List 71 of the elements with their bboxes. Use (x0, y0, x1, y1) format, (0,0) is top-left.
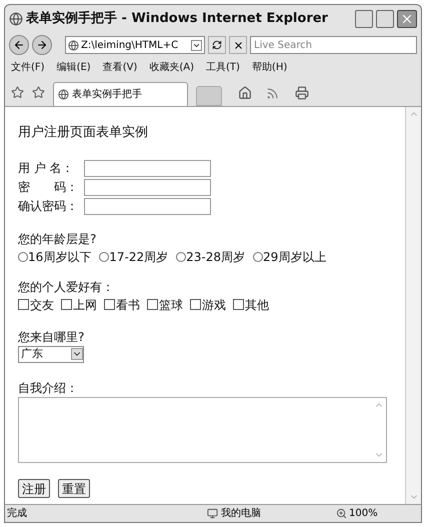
checkbox-label: 看书 (116, 296, 140, 314)
form-button[interactable]: 重置 (58, 478, 90, 498)
radio-button[interactable] (176, 252, 186, 262)
menu-item[interactable]: 工具(T) (206, 60, 240, 74)
radio-label: 17-22周岁 (109, 248, 168, 266)
forward-button[interactable] (32, 35, 52, 55)
print-icon[interactable] (295, 86, 309, 100)
stop-icon (232, 40, 244, 50)
intro-label: 自我介绍： (18, 380, 79, 396)
text-field[interactable] (84, 198, 211, 214)
radio-label: 16周岁以下 (28, 248, 92, 266)
text-field[interactable] (84, 178, 211, 196)
menu-item[interactable]: 文件(F) (11, 60, 45, 74)
checkbox-label: 篮球 (159, 296, 183, 314)
radio-label: 23-28周岁 (186, 248, 246, 266)
window-title: 表单实例手把手 - Windows Internet Explorer (26, 10, 329, 28)
field-label: 密 码： (18, 179, 79, 196)
checkbox[interactable] (147, 299, 158, 310)
checkbox-label: 交友 (30, 296, 54, 314)
favorites-star-icon[interactable] (11, 86, 24, 99)
menu-item[interactable]: 帮助(H) (252, 60, 288, 74)
computer-icon (207, 508, 218, 519)
radio-button[interactable] (99, 252, 110, 262)
feed-icon[interactable] (266, 87, 279, 100)
address-field[interactable]: Z:\leiming\HTML+C (65, 36, 205, 54)
checkbox[interactable] (190, 299, 201, 310)
text-field[interactable] (84, 160, 211, 176)
zoom-icon (336, 508, 347, 519)
status-text: 完成 (7, 506, 28, 521)
home-icon[interactable] (238, 86, 252, 100)
age-question: 您的年龄层是? (18, 230, 98, 248)
zone-text: 我的电脑 (221, 506, 262, 521)
menu-item[interactable]: 编辑(E) (56, 60, 91, 74)
forward-arrow-icon (36, 39, 48, 51)
checkbox[interactable] (233, 299, 244, 310)
back-button[interactable] (9, 35, 29, 55)
checkbox-label: 游戏 (202, 296, 226, 314)
add-favorite-icon[interactable] (32, 86, 45, 99)
back-arrow-icon (13, 39, 25, 51)
checkbox[interactable] (104, 299, 115, 310)
radio-button[interactable] (18, 252, 28, 262)
checkbox[interactable] (61, 299, 72, 310)
dropdown-icon[interactable] (191, 40, 202, 50)
page-globe-icon (68, 40, 79, 50)
radio-label: 29周岁以上 (263, 248, 326, 266)
checkbox[interactable] (18, 299, 29, 310)
refresh-icon (212, 40, 222, 50)
browser-tab[interactable]: 表单实例手把手 (53, 82, 188, 106)
page-heading: 用户注册页面表单实例 (18, 124, 149, 142)
form-button[interactable]: 注册 (18, 478, 50, 498)
radio-button[interactable] (253, 252, 264, 262)
origin-question: 您来自哪里? (18, 328, 86, 346)
province-select[interactable]: 广东 (18, 346, 84, 362)
field-label: 用 户 名： (18, 160, 75, 177)
maximize-button[interactable] (376, 10, 394, 28)
dropdown-icon (71, 348, 83, 360)
search-field[interactable]: Live Search (250, 36, 417, 54)
ie-logo-icon (9, 12, 23, 26)
stop-button[interactable] (229, 36, 247, 54)
menu-item[interactable]: 查看(V) (102, 60, 138, 74)
checkbox-label: 其他 (245, 296, 269, 314)
refresh-button[interactable] (208, 36, 226, 54)
hobby-question: 您的个人爱好有： (18, 278, 115, 296)
checkbox-label: 上网 (73, 296, 97, 314)
close-button[interactable] (397, 10, 417, 28)
page-globe-icon (58, 89, 69, 100)
field-label: 确认密码： (18, 198, 79, 215)
menu-item[interactable]: 收藏夹(A) (149, 60, 194, 74)
close-icon (400, 12, 414, 26)
minimize-button[interactable] (355, 10, 373, 28)
zoom-level[interactable]: 100% (349, 506, 378, 521)
